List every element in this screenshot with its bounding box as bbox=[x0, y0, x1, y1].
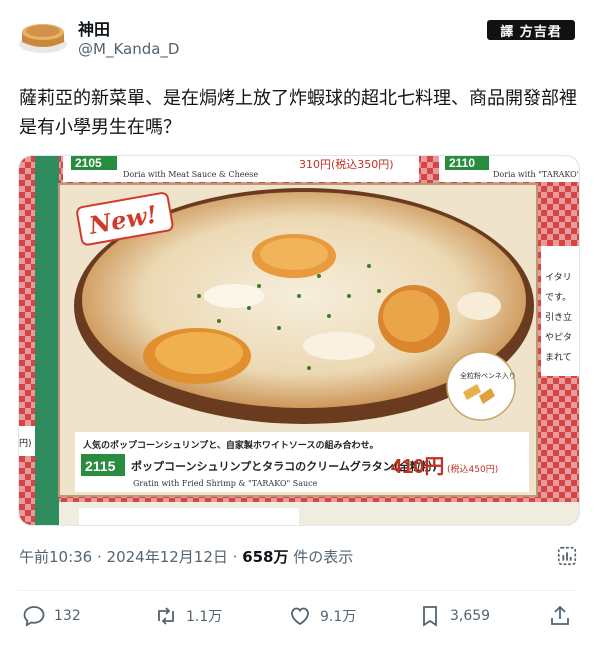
reply-count: 132 bbox=[54, 608, 81, 624]
bookmark-icon bbox=[423, 606, 437, 627]
share-icon bbox=[551, 605, 569, 625]
tweet-text: 薩莉亞的新菜單、是在焗烤上放了炸蝦球的超北七料理、商品開發部裡是有小學男生在嗎？ bbox=[19, 88, 577, 138]
share-button[interactable] bbox=[548, 604, 572, 628]
view-suffix: 件の表示 bbox=[288, 548, 354, 566]
top-right-en: Doria with "TARAKO" Sau bbox=[493, 170, 579, 179]
post-meta: 午前10:36 · 2024年12月12日 · 658万 件の表示 bbox=[19, 546, 353, 567]
item-tax: (税込450円) bbox=[447, 463, 498, 475]
side-text: まれて bbox=[545, 352, 572, 363]
like-count: 9.1万 bbox=[320, 609, 357, 625]
sticker-label: 全粒粉ペンネ入り bbox=[460, 371, 516, 380]
action-bar: 132 1.1万 9.1万 3,659 bbox=[18, 604, 580, 634]
side-text: です。 bbox=[545, 292, 571, 303]
bookmark-button[interactable]: 3,659 bbox=[418, 604, 490, 628]
reply-button[interactable]: 132 bbox=[22, 604, 81, 628]
side-text: 引き立 bbox=[545, 311, 572, 323]
bookmark-count: 3,659 bbox=[450, 608, 491, 624]
like-icon bbox=[291, 607, 309, 626]
penne-sticker bbox=[446, 351, 516, 421]
post-timestamp[interactable]: 午前10:36 · 2024年12月12日 · bbox=[19, 548, 242, 566]
repost-count: 1.1万 bbox=[186, 609, 223, 625]
left-edge-text: 円) bbox=[19, 438, 32, 449]
author-handle[interactable]: @M_Kanda_D bbox=[78, 40, 179, 58]
green-pole bbox=[35, 156, 59, 525]
top-left-code: 2105 bbox=[75, 156, 102, 170]
top-right-code: 2110 bbox=[449, 156, 475, 170]
reply-icon bbox=[23, 606, 45, 627]
avatar-cheesecake-icon[interactable] bbox=[18, 16, 68, 54]
like-button[interactable]: 9.1万 bbox=[288, 604, 356, 628]
analytics-icon[interactable] bbox=[556, 545, 578, 567]
item-price: 410円 bbox=[391, 456, 444, 478]
top-left-en: Doria with Meat Sauce & Cheese bbox=[123, 170, 258, 179]
item-description: 人気のポップコーンシュリンプと、自家製ホワイトソースの組み合わせ。 bbox=[82, 439, 378, 451]
translator-badge: 譯 方吉君 bbox=[487, 20, 575, 40]
view-count: 658万 bbox=[242, 548, 289, 566]
item-code: 2115 bbox=[85, 458, 116, 474]
item-en: Gratin with Fried Shrimp & "TARAKO" Sauc… bbox=[133, 479, 318, 488]
side-text: イタリ bbox=[545, 272, 572, 283]
divider bbox=[18, 590, 578, 591]
repost-button[interactable]: 1.1万 bbox=[154, 604, 222, 628]
top-left-price: 310円(税込350円) bbox=[299, 157, 394, 171]
author-name[interactable]: 神田 bbox=[78, 16, 110, 40]
repost-icon bbox=[158, 607, 174, 625]
side-text: やピタ bbox=[545, 332, 572, 343]
tweet-media-image[interactable]: 2105 Doria with Meat Sauce & Cheese 310円… bbox=[18, 155, 580, 526]
